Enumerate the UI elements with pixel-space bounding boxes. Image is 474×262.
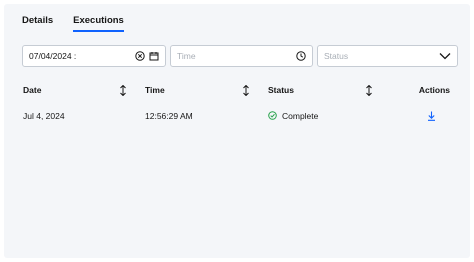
tab-executions[interactable]: Executions <box>63 14 134 36</box>
download-icon[interactable] <box>427 111 436 121</box>
status-placeholder: Status <box>324 51 349 61</box>
sort-icon[interactable] <box>365 84 373 96</box>
time-field[interactable]: Time <box>170 45 313 67</box>
cell-time: 12:56:29 AM <box>145 111 193 121</box>
column-header-date: Date <box>23 84 42 95</box>
cell-status: Complete <box>282 111 319 121</box>
check-circle-icon <box>268 110 277 122</box>
table-header: Date Time Status Actions <box>22 82 450 98</box>
chevron-down-icon <box>439 52 451 60</box>
column-header-time: Time <box>145 84 165 95</box>
cell-date: Jul 4, 2024 <box>23 111 65 121</box>
filter-bar: 07/04/2024 : Time Status <box>22 45 458 67</box>
sort-icon[interactable] <box>119 84 127 96</box>
executions-table: Date Time Status Actions Jul 4, 2024 12:… <box>22 82 450 126</box>
clock-icon[interactable] <box>296 51 306 61</box>
date-value: 07/04/2024 : <box>29 51 77 61</box>
column-header-actions: Actions <box>418 85 450 95</box>
time-placeholder: Time <box>177 51 196 61</box>
status-cell: Complete <box>268 110 319 122</box>
tab-details[interactable]: Details <box>12 14 63 36</box>
executions-panel: Details Executions 07/04/2024 : Time Sta… <box>4 4 470 258</box>
status-dropdown[interactable]: Status <box>317 45 458 67</box>
calendar-icon[interactable] <box>149 51 159 61</box>
column-header-status: Status <box>268 84 294 95</box>
clear-icon[interactable] <box>135 51 145 61</box>
table-row: Jul 4, 2024 12:56:29 AM Complete <box>22 106 450 126</box>
tab-bar: Details Executions <box>12 14 134 36</box>
sort-icon[interactable] <box>242 84 250 96</box>
date-field[interactable]: 07/04/2024 : <box>22 45 166 67</box>
